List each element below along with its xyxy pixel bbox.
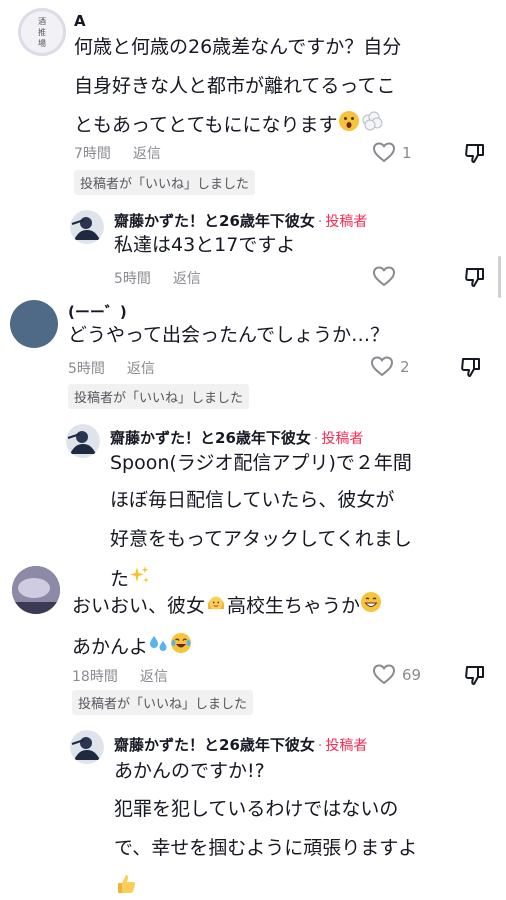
thumbs-down-icon (465, 268, 484, 287)
liked-by-author-badge: 投稿者が「いいね」しました (72, 690, 254, 715)
reply-meta: 5時間 返信 (114, 268, 201, 288)
comment-text-line: ともあってとてもにになります (74, 108, 384, 143)
avatar-image (66, 424, 100, 458)
thumbs-up-emoji (114, 872, 138, 900)
comment-meta: 5時間 返信 (68, 358, 155, 378)
comment-text: あかんよ (72, 636, 149, 658)
avatar[interactable] (66, 424, 100, 458)
comment-text-line: どうやって出会ったんでしょうか…？ (68, 324, 390, 346)
reply-time: 5時間 (114, 271, 151, 287)
reply-author-name: 齋藤かずた！と26歳年下彼女 (110, 429, 311, 447)
reply-text: た (110, 568, 130, 590)
comment-meta: 7時間 返信 (74, 143, 161, 163)
avatar[interactable]: 酒 推 場 (18, 8, 66, 56)
thought-balloon-emoji (360, 109, 384, 143)
reply-button[interactable]: 返信 (133, 146, 161, 162)
scrollbar[interactable] (498, 256, 501, 298)
avatar[interactable] (70, 210, 104, 244)
comment-text-line: 何歳と何歳の26歳差なんですか？自分 (74, 36, 402, 58)
reply-button[interactable]: 返信 (140, 669, 168, 685)
like-button[interactable]: 2 (370, 356, 410, 377)
reply-text-line: あかんのですか!? (114, 760, 265, 782)
like-button[interactable]: 1 (372, 142, 412, 163)
comment-text-line: おいおい、彼女 高校生ちゃうか (72, 589, 382, 624)
comment-author[interactable]: A (74, 12, 86, 30)
heart-outline-icon (372, 266, 396, 287)
heart-outline-icon (372, 664, 396, 685)
dislike-button[interactable] (464, 664, 486, 690)
reply-author[interactable]: 齋藤かずた！と26歳年下彼女 · 投稿者 (110, 427, 363, 448)
svg-text:推: 推 (38, 27, 46, 37)
separator-dot: · (317, 214, 323, 230)
comment-text: ともあってとてもにになります (74, 114, 338, 136)
reply-text-line: 好意をもってアタックしてくれまし (110, 528, 412, 550)
like-count: 2 (400, 357, 410, 376)
comment-text-line: 自身好きな人と都市が離れてるってこ (74, 75, 396, 97)
liked-by-author-badge: 投稿者が「いいね」しました (68, 384, 250, 409)
surprised-face-emoji (338, 109, 360, 143)
reply-author-name: 齋藤かずた！と26歳年下彼女 (114, 736, 315, 754)
girl-emoji (205, 590, 227, 624)
svg-text:酒: 酒 (38, 17, 46, 26)
reply-text-line: 私達は43と17ですよ (114, 234, 296, 256)
liked-by-author-badge: 投稿者が「いいね」しました (74, 170, 256, 195)
like-button[interactable] (372, 266, 396, 287)
comment-time: 7時間 (74, 146, 111, 162)
svg-text:場: 場 (38, 38, 46, 48)
avatar-image (70, 210, 104, 244)
like-count: 1 (402, 143, 412, 162)
comment-time: 5時間 (68, 361, 105, 377)
separator-dot: · (317, 738, 323, 754)
avatar[interactable] (70, 730, 104, 764)
thumbs-down-icon (461, 358, 480, 377)
comment-text-line: あかんよ (72, 630, 192, 665)
reply-text-line: ほぼ毎日配信していたら、彼女が (110, 489, 395, 511)
tears-of-joy-emoji (170, 631, 192, 665)
reply-button[interactable]: 返信 (127, 361, 155, 377)
comment-text: おいおい、彼女 (72, 595, 206, 617)
avatar-image (70, 730, 104, 764)
reply-text-line: 犯罪を犯しているわけではないの (114, 798, 399, 820)
separator-dot: · (313, 431, 319, 447)
comment-meta: 18時間 返信 (72, 666, 168, 686)
author-tag: 投稿者 (321, 431, 364, 447)
heart-outline-icon (372, 142, 396, 163)
dislike-button[interactable] (464, 266, 486, 292)
author-tag: 投稿者 (325, 738, 368, 754)
dislike-button[interactable] (460, 356, 482, 382)
reply-text-line: で、幸せを掴むように頑張りますよ (114, 837, 418, 859)
thumbs-down-icon (465, 666, 484, 685)
sweat-droplets-emoji (148, 631, 170, 665)
avatar[interactable] (10, 300, 58, 348)
author-tag: 投稿者 (325, 214, 368, 230)
grinning-face-emoji (360, 590, 382, 624)
reply-author[interactable]: 齋藤かずた！と26歳年下彼女 · 投稿者 (114, 734, 367, 755)
avatar-image (12, 566, 60, 614)
reply-button[interactable]: 返信 (173, 271, 201, 287)
like-button[interactable]: 69 (372, 664, 421, 685)
thumbs-down-icon (465, 144, 484, 163)
comment-time: 18時間 (72, 669, 118, 685)
dislike-button[interactable] (464, 142, 486, 168)
avatar-image: 酒 推 場 (18, 8, 66, 56)
like-count: 69 (402, 665, 422, 684)
reply-text-line: Spoon(ラジオ配信アプリ)で２年間 (110, 452, 412, 474)
avatar[interactable] (12, 566, 60, 614)
comment-text: 高校生ちゃうか (227, 595, 361, 617)
heart-outline-icon (370, 356, 394, 377)
